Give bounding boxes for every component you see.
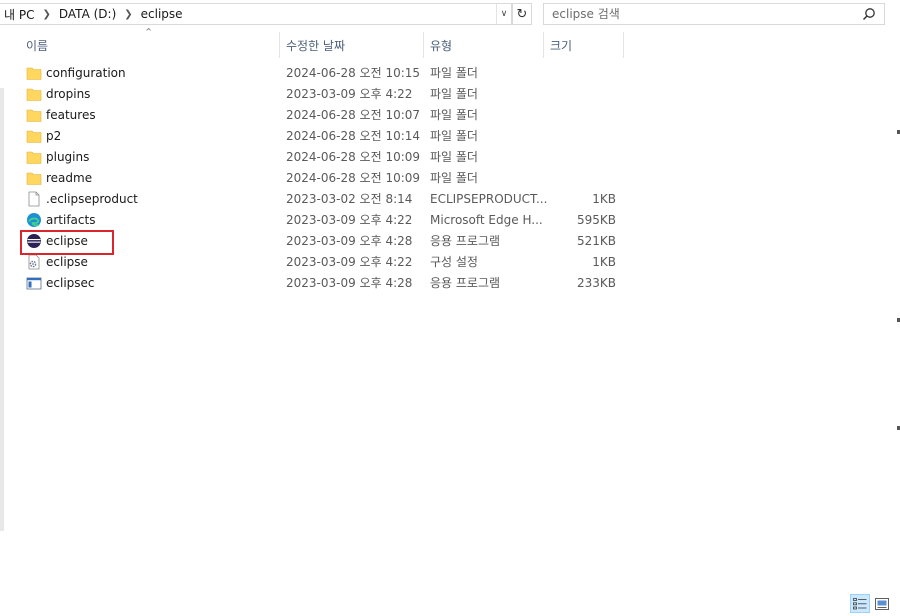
edge-icon [27,213,41,227]
file-name: .eclipseproduct [46,192,138,206]
file-type: 파일 폴더 [430,66,478,80]
file-name: configuration [46,66,126,80]
file-type: 응용 프로그램 [430,276,501,290]
file-row-p2[interactable]: p2 2024-06-28 오전 10:14 파일 폴더 [20,126,630,147]
file-row-plugins[interactable]: plugins 2024-06-28 오전 10:09 파일 폴더 [20,147,630,168]
file-date: 2024-06-28 오전 10:15 [286,66,421,80]
file-date: 2024-06-28 오전 10:14 [286,129,421,143]
file-name: dropins [46,87,91,101]
file-size: 595KB [576,213,616,227]
file-type: 파일 폴더 [430,87,478,101]
file-date: 2023-03-09 오후 4:22 [286,213,413,227]
file-row-eclipse-exe[interactable]: eclipse 2023-03-09 오후 4:28 응용 프로그램 521KB [20,231,630,252]
chevron-down-icon[interactable]: ∨ [496,4,511,24]
file-row-configuration[interactable]: configuration 2024-06-28 오전 10:15 파일 폴더 [20,63,630,84]
refresh-icon: ↻ [516,6,528,22]
file-date: 2023-03-09 오후 4:28 [286,276,413,290]
address-bar[interactable]: 내 PC ❯ DATA (D:) ❯ eclipse ∨ [0,3,512,25]
file-row-features[interactable]: features 2024-06-28 오전 10:07 파일 폴더 [20,105,630,126]
folder-icon [26,151,42,164]
file-date: 2023-03-09 오후 4:22 [286,255,413,269]
file-name: eclipse [46,234,88,248]
file-icon [28,191,40,207]
large-icons-view-button[interactable] [872,594,892,613]
file-type: 구성 설정 [430,255,478,269]
file-name: p2 [46,129,62,143]
eclipse-icon [27,234,41,248]
file-type: 파일 폴더 [430,108,478,122]
search-input[interactable] [552,7,862,21]
navigation-pane-edge [0,88,4,531]
folder-icon [26,88,42,101]
file-date: 2024-06-28 오전 10:07 [286,108,421,122]
large-icons-view-icon [875,597,889,610]
file-row-readme[interactable]: readme 2024-06-28 오전 10:09 파일 폴더 [20,168,630,189]
breadcrumb-this-pc[interactable]: 내 PC [0,6,38,23]
file-size: 521KB [576,234,616,248]
file-row-eclipse-ini[interactable]: eclipse 2023-03-09 오후 4:22 구성 설정 1KB [20,252,630,273]
folder-icon [26,109,42,122]
file-type: 파일 폴더 [430,129,478,143]
breadcrumb-separator-icon: ❯ [124,8,133,20]
file-row-eclipsec[interactable]: eclipsec 2023-03-09 오후 4:28 응용 프로그램 233K… [20,273,630,294]
column-header-label: 수정한 날짜 [286,38,346,53]
file-size: 233KB [576,276,616,290]
folder-icon [26,67,42,80]
refresh-button[interactable]: ↻ [512,3,532,25]
file-name: eclipse [46,255,88,269]
breadcrumb-folder[interactable]: eclipse [137,7,187,21]
file-row-eclipseproduct[interactable]: .eclipseproduct 2023-03-02 오전 8:14 ECLIP… [20,189,630,210]
file-type: Microsoft Edge H... [430,213,543,227]
file-name: readme [46,171,93,185]
file-type: 응용 프로그램 [430,234,501,248]
config-file-icon [28,254,40,270]
details-view-icon [853,597,867,609]
file-date: 2023-03-09 오후 4:28 [286,234,413,248]
breadcrumb-separator-icon: ❯ [42,8,51,20]
file-type: ECLIPSEPRODUCT... [430,192,548,206]
breadcrumb-drive[interactable]: DATA (D:) [55,7,120,21]
column-divider[interactable] [623,32,624,58]
folder-icon [26,130,42,143]
file-name: artifacts [46,213,96,227]
file-name: features [46,108,96,122]
search-icon[interactable] [862,7,876,21]
column-header-date[interactable]: 수정한 날짜 [280,32,422,58]
file-type: 파일 폴더 [430,171,478,185]
file-name: plugins [46,150,90,164]
column-header-label: 크기 [550,38,573,53]
column-header-label: 이름 [26,38,49,53]
column-header-size[interactable]: 크기 [544,32,622,58]
file-size: 1KB [592,255,616,269]
file-name: eclipsec [46,276,95,290]
console-app-icon [26,277,42,290]
details-view-button[interactable] [850,594,870,613]
file-date: 2024-06-28 오전 10:09 [286,171,421,185]
file-row-artifacts[interactable]: artifacts 2023-03-09 오후 4:22 Microsoft E… [20,210,630,231]
column-header-name[interactable]: 이름 [20,32,278,58]
file-date: 2024-06-28 오전 10:09 [286,150,421,164]
search-box[interactable] [543,3,885,25]
column-header-label: 유형 [430,38,453,53]
file-date: 2023-03-09 오후 4:22 [286,87,413,101]
file-type: 파일 폴더 [430,150,478,164]
folder-icon [26,172,42,185]
file-date: 2023-03-02 오전 8:14 [286,192,413,206]
file-row-dropins[interactable]: dropins 2023-03-09 오후 4:22 파일 폴더 [20,84,630,105]
file-size: 1KB [592,192,616,206]
column-header-type[interactable]: 유형 [424,32,542,58]
